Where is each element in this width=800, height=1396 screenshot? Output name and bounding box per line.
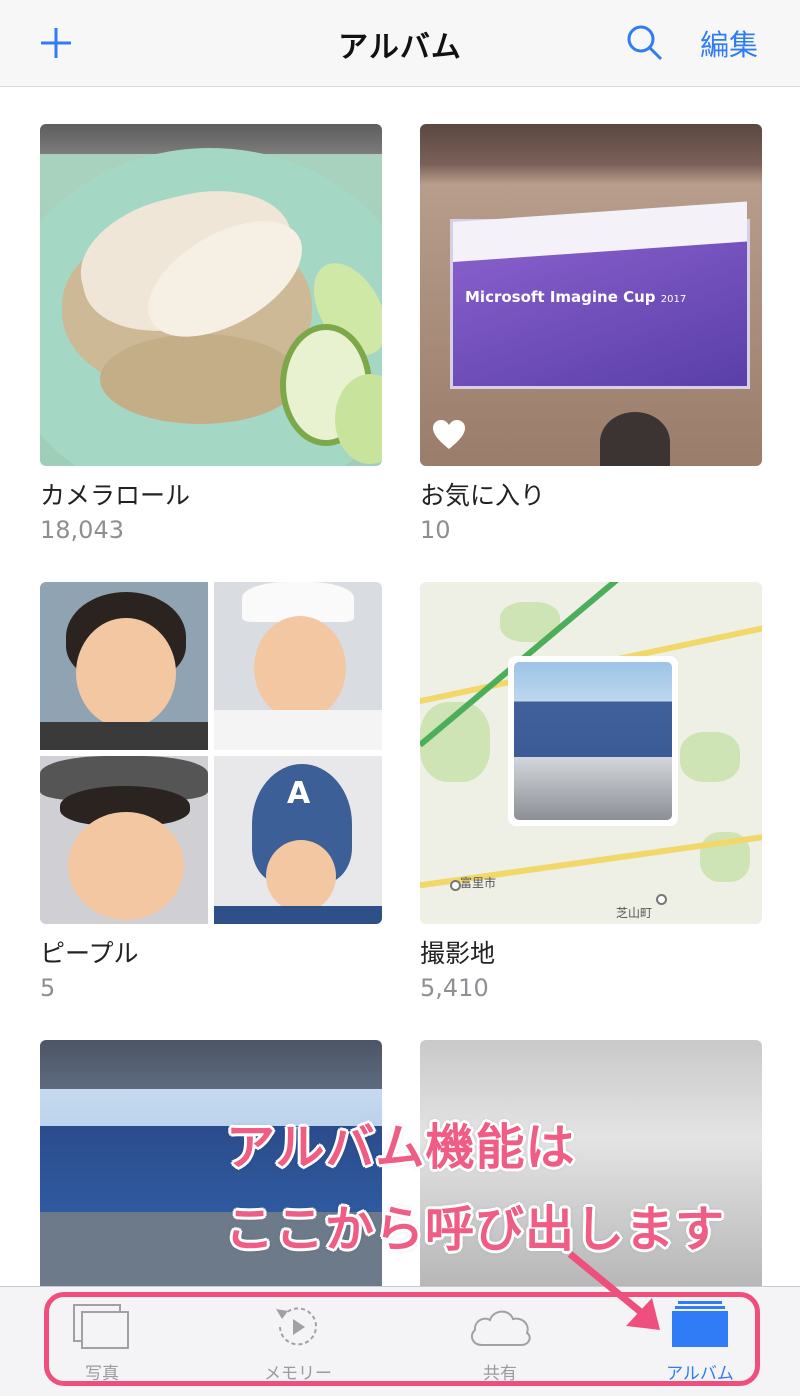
edit-button[interactable]: 編集 xyxy=(700,22,758,64)
slide-title: Microsoft Imagine Cup 2017 xyxy=(465,288,687,306)
album-people[interactable]: A ピープル 5 xyxy=(40,582,382,1002)
tab-bar: 写真 メモリー 共有 アルバム xyxy=(0,1286,800,1396)
annotation-text: ここから呼び出します xyxy=(225,1201,726,1258)
album-count: 18,043 xyxy=(40,516,124,544)
tab-memories[interactable]: メモリー xyxy=(218,1287,378,1396)
tab-label: 写真 xyxy=(85,1364,119,1384)
tab-label: 共有 xyxy=(483,1364,517,1384)
presentation-screen: Microsoft Imagine Cup 2017 xyxy=(450,201,750,389)
album-count: 5 xyxy=(40,974,56,1002)
album-title: 撮影地 xyxy=(420,939,496,968)
album-thumbnail xyxy=(40,124,382,466)
heart-icon xyxy=(433,420,465,449)
album-title: カメラロール xyxy=(40,481,191,510)
person-photo: A xyxy=(214,756,382,924)
search-icon xyxy=(627,25,663,61)
album-title: お気に入り xyxy=(420,481,546,510)
cloud-icon xyxy=(470,1310,531,1346)
tab-label: アルバム xyxy=(666,1364,734,1384)
map-label: 富里市 xyxy=(460,876,497,890)
annotation-text: アルバム機能は xyxy=(226,1119,576,1176)
map-pin-photo xyxy=(508,656,678,826)
tab-photos[interactable]: 写真 xyxy=(22,1287,182,1396)
album-thumbnail: 富里市 芝山町 xyxy=(420,582,762,924)
album-favorites[interactable]: Microsoft Imagine Cup 2017 お気に入り 10 xyxy=(420,124,762,544)
album-camera-roll[interactable]: カメラロール 18,043 xyxy=(40,124,382,544)
person-photo xyxy=(40,756,208,924)
albums-icon xyxy=(672,1301,728,1347)
person-photo xyxy=(40,582,208,750)
album-count: 5,410 xyxy=(420,974,489,1002)
album-title: ピープル xyxy=(40,939,139,968)
navigation-bar: アルバム 編集 xyxy=(0,0,800,87)
page-title: アルバム xyxy=(338,30,462,65)
photos-icon xyxy=(73,1304,129,1349)
album-places[interactable]: 富里市 芝山町 撮影地 5,410 xyxy=(420,582,762,1002)
album-thumbnail: Microsoft Imagine Cup 2017 xyxy=(420,124,762,466)
tab-label: メモリー xyxy=(264,1364,332,1384)
memories-icon xyxy=(276,1307,317,1346)
map-label: 芝山町 xyxy=(616,906,653,920)
tab-shared[interactable]: 共有 xyxy=(420,1287,580,1396)
album-thumbnail: A xyxy=(40,582,382,924)
search-button[interactable] xyxy=(624,22,666,64)
tab-albums[interactable]: アルバム xyxy=(620,1287,780,1396)
album-count: 10 xyxy=(420,516,451,544)
person-photo xyxy=(214,582,382,750)
